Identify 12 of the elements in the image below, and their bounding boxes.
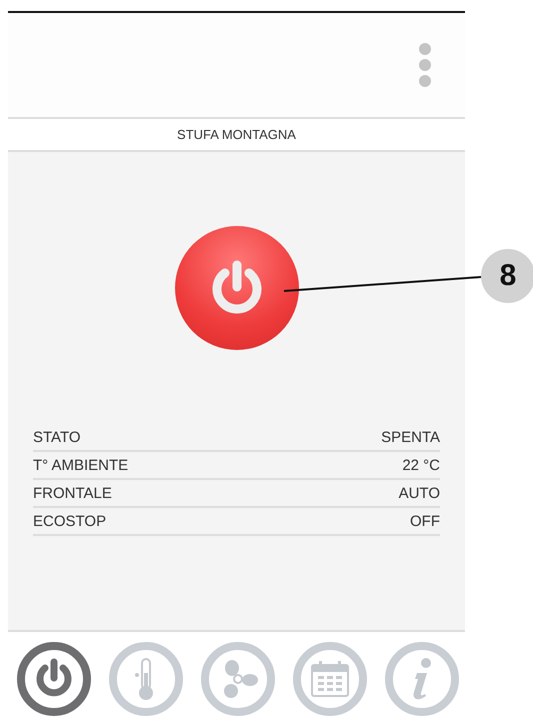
status-label: FRONTALE <box>33 484 112 502</box>
status-label: T° AMBIENTE <box>33 456 128 474</box>
calendar-icon <box>310 660 350 698</box>
status-value: OFF <box>410 512 440 530</box>
status-value: SPENTA <box>381 428 440 446</box>
status-value: AUTO <box>398 484 440 502</box>
status-label: STATO <box>33 428 81 446</box>
callout-badge: 8 <box>481 249 533 303</box>
status-label: ECOSTOP <box>33 512 106 530</box>
menu-icon[interactable] <box>417 41 433 89</box>
status-value: 22 °C <box>402 456 440 474</box>
device-title: STUFA MONTAGNA <box>177 127 296 142</box>
